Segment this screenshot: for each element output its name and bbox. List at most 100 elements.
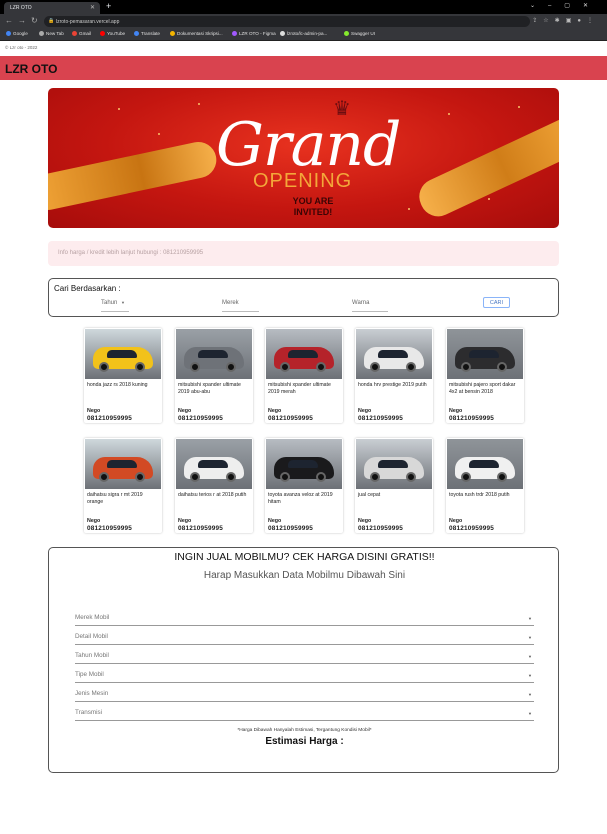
ribbon-left [48,138,220,214]
engine-type-select[interactable]: Jenis Mesin ▼ [75,690,534,702]
promo-banner: ♛ Grand OPENING YOU ARE INVITED! [48,88,559,228]
car-photo[interactable] [447,439,523,489]
car-photo[interactable] [176,329,252,379]
bookmark-item[interactable]: YouTube [100,31,125,36]
car-photo[interactable] [356,439,432,489]
car-price: Nego [268,408,282,414]
car-year-select[interactable]: Tahun Mobil ▼ [75,652,534,664]
car-card[interactable]: toyota avanza veloz at 2019 hitam Nego 081… [265,438,343,533]
bookmark-item[interactable]: New Tab [39,31,64,36]
car-name: daihatsu sigra r mt 2019 orange [87,492,143,505]
banner-subtitle: OPENING [253,170,353,192]
car-price: Nego [449,518,463,524]
chevron-down-icon: ▼ [528,673,532,678]
bookmark-item[interactable]: lzroto/lc-admin-pa... [280,31,327,36]
car-photo[interactable] [356,329,432,379]
car-detail-select[interactable]: Detail Mobil ▼ [75,633,534,645]
browser-tab-bar: LZR OTO ✕ + ⌄–▢✕ [0,0,607,14]
car-photo[interactable] [266,439,342,489]
ribbon-right [413,111,559,223]
brand-filter-input[interactable]: Merek [222,300,259,312]
bookmark-item[interactable]: Google [6,31,28,36]
car-price: Nego [87,518,101,524]
year-filter-select[interactable]: Tahun ▼ [101,300,129,312]
bookmark-item[interactable]: Gmail [72,31,91,36]
car-card[interactable]: honda hrv prestige 2019 putih Nego 0812109… [355,328,433,423]
chevron-down-icon: ▼ [528,616,532,621]
browser-tab[interactable]: LZR OTO ✕ [4,2,100,14]
car-contact-phone: 081210959995 [178,415,224,422]
sell-subheading: Harap Masukkan Data Mobilmu Dibawah Sini [203,570,406,581]
estimate-note: *Harga Dibawah Hanyalah Estimasi, Tergan… [237,728,372,733]
car-contact-phone: 081210959995 [268,415,314,422]
car-name: mitsubishi xpander ultimate 2019 merah [268,382,331,395]
banner-tagline: YOU ARE INVITED! [292,196,334,217]
search-label: Cari Berdasarkan : [54,284,121,293]
car-card[interactable]: honda jazz rs 2018 kuning Nego 08121095999… [84,328,162,423]
car-card[interactable]: daihatsu terios r at 2018 putih Nego 08121… [175,438,253,533]
forward-icon[interactable]: → [18,16,26,25]
car-photo[interactable] [447,329,523,379]
chevron-down-icon: ▼ [528,654,532,659]
car-name: jual cepat [358,492,381,498]
car-type-select[interactable]: Tipe Mobil ▼ [75,671,534,683]
car-price: Nego [268,518,282,524]
new-tab-icon[interactable]: + [106,1,111,11]
search-panel: Cari Berdasarkan : Tahun ▼ Merek Warna C… [48,278,559,317]
car-price: Nego [449,408,463,414]
info-alert: Info harga / kredit lebih lanjut hubungi… [48,241,559,266]
tab-title: LZR OTO [10,5,32,11]
search-button[interactable]: CARI [483,297,510,308]
car-card[interactable]: daihatsu sigra r mt 2019 orange Nego 08121… [84,438,162,533]
color-filter-input[interactable]: Warna [352,300,388,312]
toolbar-icons[interactable]: ⇪☆✱▣●⋮ [532,17,599,24]
car-price: Nego [87,408,101,414]
car-name: mitsubishi pajero sport dakar 4x2 at ben… [449,382,516,395]
car-name: honda jazz rs 2018 kuning [87,382,148,388]
car-card[interactable]: toyota rush trdr 2018 putih Nego 081210959… [446,438,524,533]
app-header: LZR OTO [0,56,607,80]
sell-car-panel: INGIN JUAL MOBILMU? CEK HARGA DISINI GRA… [48,547,559,773]
address-url: lzroto-pemasaran.vercel.app [56,19,120,25]
window-controls[interactable]: ⌄–▢✕ [530,2,601,9]
car-card[interactable]: mitsubishi pajero sport dakar 4x2 at ben… [446,328,524,423]
close-tab-icon[interactable]: ✕ [90,4,95,11]
bookmark-item[interactable]: LZR OTO - Figma [232,31,276,36]
bookmark-item[interactable]: Swagger UI [344,31,375,36]
car-listing-grid: honda jazz rs 2018 kuning Nego 08121095999… [84,328,524,538]
car-price: Nego [178,408,192,414]
car-brand-select[interactable]: Merek Mobil ▼ [75,614,534,626]
car-contact-phone: 081210959995 [358,415,404,422]
chevron-down-icon: ▼ [528,711,532,716]
car-contact-phone: 081210959995 [178,525,224,532]
car-contact-phone: 081210959995 [449,415,495,422]
car-card[interactable]: jual cepat Nego 081210959995 [355,438,433,533]
car-contact-phone: 081210959995 [358,525,404,532]
sell-heading: INGIN JUAL MOBILMU? CEK HARGA DISINI GRA… [174,551,435,563]
car-photo[interactable] [85,439,161,489]
car-price: Nego [178,518,192,524]
car-card[interactable]: mitsubishi xpander ultimate 2019 merah Ne… [265,328,343,423]
brand-logo-text[interactable]: LZR OTO [5,62,57,76]
lock-icon: 🔒 [48,18,55,24]
copyright-text: © Lzr oto - 2022 [5,45,38,50]
bookmarks-bar: Google New Tab Gmail YouTube Translate D… [0,29,607,41]
car-contact-phone: 081210959995 [268,525,314,532]
car-contact-phone: 081210959995 [87,525,133,532]
bookmark-item[interactable]: Translate [134,31,160,36]
car-photo[interactable] [176,439,252,489]
address-bar[interactable]: 🔒 lzroto-pemasaran.vercel.app [44,16,530,27]
car-name: toyota rush trdr 2018 putih [449,492,510,498]
car-price: Nego [358,408,372,414]
car-name: daihatsu terios r at 2018 putih [178,492,247,498]
reload-icon[interactable]: ↻ [31,16,38,25]
car-photo[interactable] [85,329,161,379]
chevron-down-icon: ▼ [121,300,125,305]
car-card[interactable]: mitsubishi xpander ultimate 2019 abu-abu… [175,328,253,423]
bookmark-item[interactable]: Dokumentasi Skripsi... [170,31,223,36]
car-name: mitsubishi xpander ultimate 2019 abu-abu [178,382,241,395]
car-contact-phone: 081210959995 [449,525,495,532]
back-icon[interactable]: ← [5,16,13,25]
car-photo[interactable] [266,329,342,379]
transmission-select[interactable]: Transmisi ▼ [75,709,534,721]
